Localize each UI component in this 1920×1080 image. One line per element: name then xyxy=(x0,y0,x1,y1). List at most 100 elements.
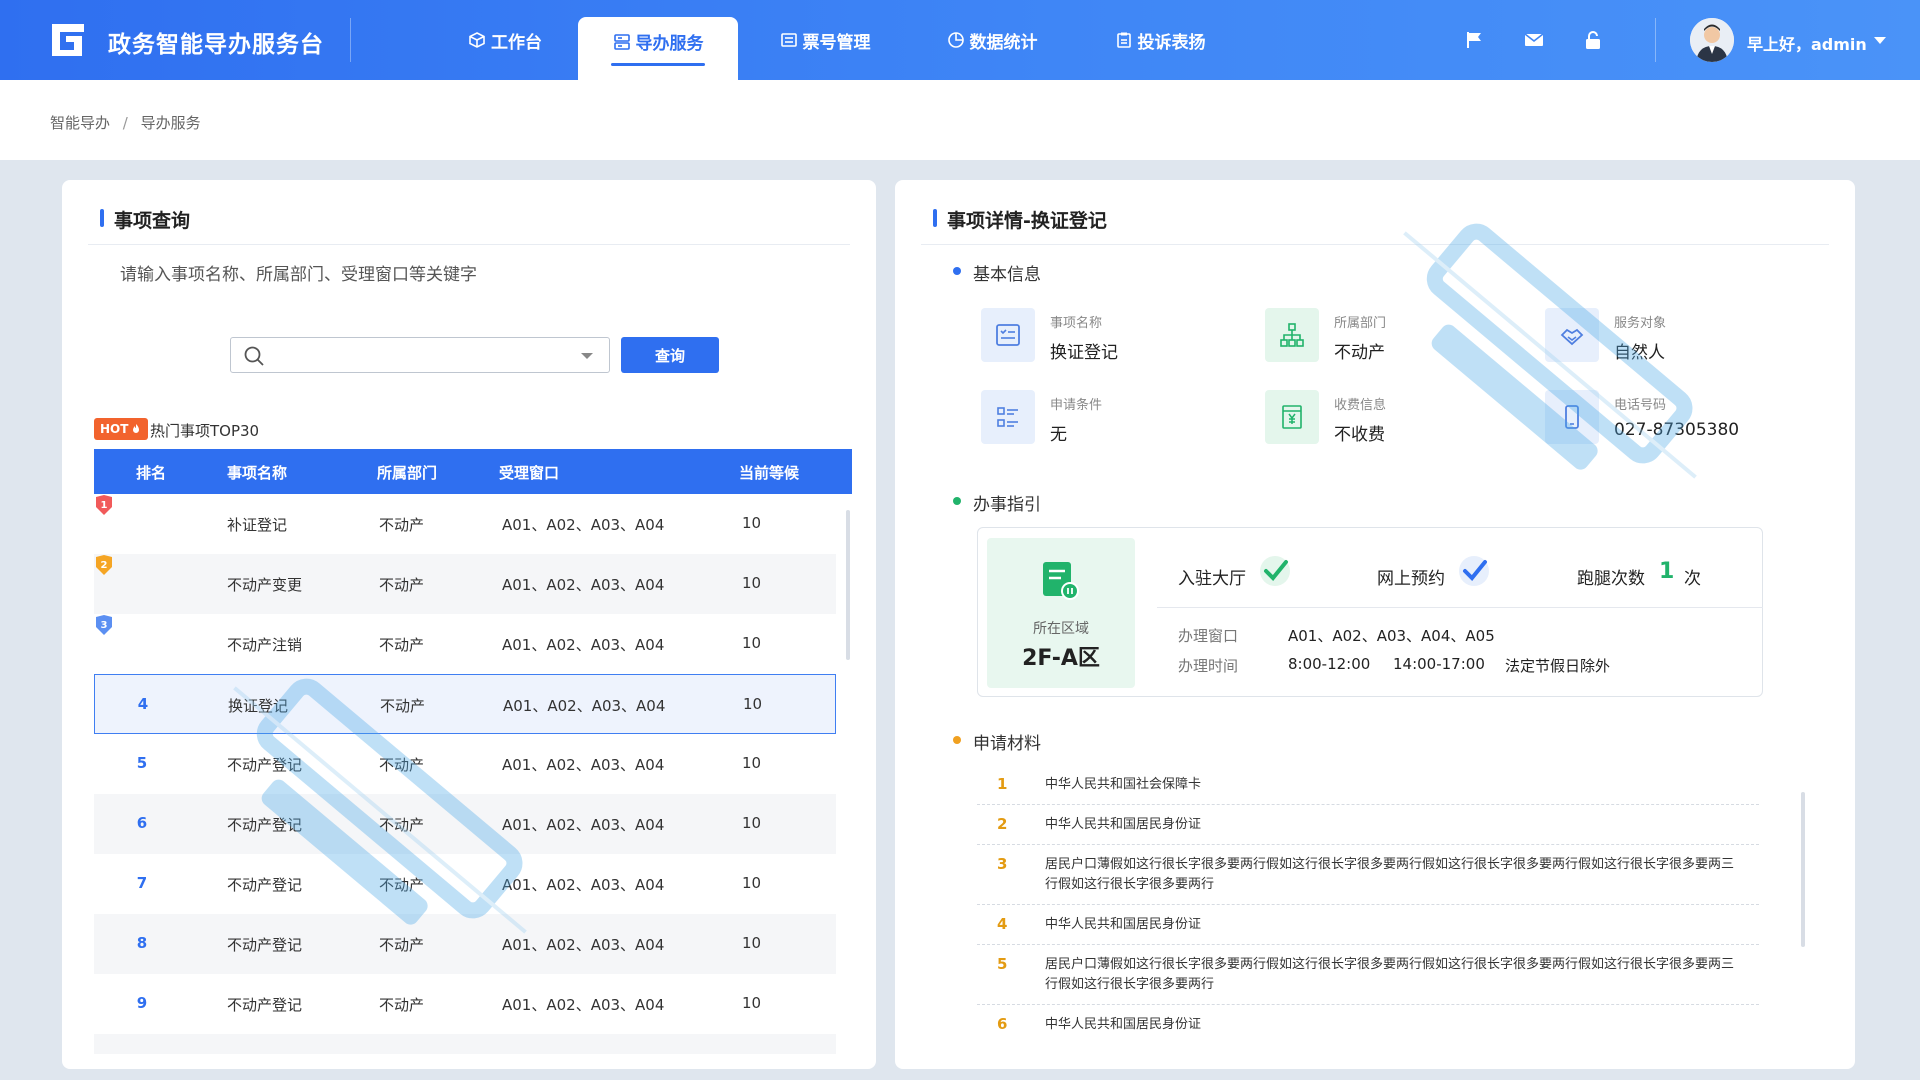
detail-panel-title: 事项详情-换证登记 xyxy=(933,206,1107,233)
search-input[interactable] xyxy=(275,342,555,368)
col-waiting: 当前等候 xyxy=(739,464,800,482)
user-menu-caret-icon[interactable] xyxy=(1874,37,1886,44)
header-divider xyxy=(350,18,351,62)
mail-icon[interactable] xyxy=(1523,29,1545,51)
table-row[interactable]: 7 不动产登记 不动产 A01、A02、A03、A04 10 xyxy=(94,854,836,914)
fee-value: 不收费 xyxy=(1334,425,1385,445)
item-window: A01、A02、A03、A04 xyxy=(503,697,666,715)
check-blue-icon xyxy=(1459,556,1489,586)
breadcrumb: 智能导办 / 导办服务 xyxy=(50,112,201,133)
item-dept: 不动产 xyxy=(379,936,425,954)
divider xyxy=(921,244,1829,245)
target-label: 服务对象 xyxy=(1614,316,1667,331)
nav-statistics-label: 数据统计 xyxy=(969,32,1038,53)
nav-workbench[interactable]: 工作台 xyxy=(445,0,565,80)
chevron-down-icon[interactable] xyxy=(581,353,593,359)
item-waiting: 10 xyxy=(742,814,762,832)
table-row-partial xyxy=(94,1034,836,1054)
user-avatar-icon xyxy=(1690,18,1734,62)
item-dept: 不动产 xyxy=(379,576,425,594)
table-row[interactable]: 3 不动产注销 不动产 A01、A02、A03、A04 10 xyxy=(94,614,836,674)
dept-label: 所属部门 xyxy=(1334,316,1387,331)
item-window: A01、A02、A03、A04 xyxy=(502,936,665,954)
item-name-label: 事项名称 xyxy=(1050,316,1103,331)
item-waiting: 10 xyxy=(742,634,762,652)
section-materials: 申请材料 xyxy=(953,729,1041,754)
header-divider-right xyxy=(1655,18,1656,62)
item-dept: 不动产 xyxy=(379,996,425,1014)
col-rank: 排名 xyxy=(136,464,167,482)
fee-label: 收费信息 xyxy=(1334,398,1387,413)
phone-value: 027-87305380 xyxy=(1614,420,1740,440)
item-name: 不动产登记 xyxy=(227,996,303,1014)
material-num: 5 xyxy=(997,955,1008,973)
phone-icon xyxy=(1545,390,1599,444)
item-dept: 不动产 xyxy=(380,697,426,715)
avatar[interactable] xyxy=(1690,18,1734,62)
divider xyxy=(1157,607,1763,608)
table-row-selected[interactable]: 4 换证登记 不动产 A01、A02、A03、A04 10 xyxy=(94,674,836,734)
col-department: 所属部门 xyxy=(377,464,438,482)
table-row[interactable]: 9 不动产登记 不动产 A01、A02、A03、A04 10 xyxy=(94,974,836,1034)
item-name: 不动产登记 xyxy=(227,936,303,954)
material-num: 2 xyxy=(997,815,1008,833)
clipboard-icon xyxy=(1116,32,1131,48)
material-item: 6 中华人民共和国居民身份证 xyxy=(977,1015,1759,1045)
item-name: 不动产变更 xyxy=(227,576,303,594)
yuan-receipt-icon xyxy=(1265,390,1319,444)
svg-text:2: 2 xyxy=(101,560,108,571)
svg-text:3: 3 xyxy=(101,620,108,631)
document-location-icon xyxy=(1043,562,1079,600)
item-rank: 6 xyxy=(136,814,148,832)
item-name-value: 换证登记 xyxy=(1050,343,1118,363)
dept-value: 不动产 xyxy=(1334,343,1385,363)
nav-complaint-praise[interactable]: 投诉表扬 xyxy=(1100,0,1220,80)
item-waiting: 10 xyxy=(742,754,762,772)
area-value: 2F-A区 xyxy=(1022,646,1100,671)
svg-text:1: 1 xyxy=(101,500,108,511)
phone-label: 电话号码 xyxy=(1614,398,1667,413)
item-rank: 5 xyxy=(136,754,148,772)
item-dept: 不动产 xyxy=(379,876,425,894)
breadcrumb-root[interactable]: 智能导办 xyxy=(50,114,110,132)
item-waiting: 10 xyxy=(742,574,762,592)
lock-icon[interactable] xyxy=(1582,29,1604,51)
target-value: 自然人 xyxy=(1614,343,1665,363)
item-window: A01、A02、A03、A04 xyxy=(502,756,665,774)
material-num: 4 xyxy=(997,915,1008,933)
time-note: 法定节假日除外 xyxy=(1505,657,1611,675)
runs-value: 1 xyxy=(1659,559,1675,584)
runs-label: 跑腿次数 xyxy=(1577,569,1645,589)
col-item-name: 事项名称 xyxy=(227,464,288,482)
item-rank: 4 xyxy=(137,695,149,713)
user-greeting[interactable]: 早上好，admin xyxy=(1747,31,1867,55)
section-guide: 办事指引 xyxy=(953,490,1041,515)
time-pm: 14:00-17:00 xyxy=(1393,655,1485,673)
flag-icon[interactable] xyxy=(1464,29,1486,51)
handshake-icon xyxy=(1545,308,1599,362)
table-row[interactable]: 6 不动产登记 不动产 A01、A02、A03、A04 10 xyxy=(94,794,836,854)
table-row[interactable]: 1 补证登记 不动产 A01、A02、A03、A04 10 xyxy=(94,494,836,554)
item-rank: 8 xyxy=(136,934,148,952)
table-row[interactable]: 5 不动产登记 不动产 A01、A02、A03、A04 10 xyxy=(94,734,836,794)
nav-ticket-management[interactable]: 票号管理 xyxy=(765,0,885,80)
item-name: 不动产登记 xyxy=(227,756,303,774)
item-window: A01、A02、A03、A04 xyxy=(502,576,665,594)
ticket-icon xyxy=(780,33,797,47)
item-dept: 不动产 xyxy=(379,636,425,654)
nav-statistics[interactable]: 数据统计 xyxy=(932,0,1052,80)
materials-scrollbar[interactable] xyxy=(1801,792,1805,947)
search-button[interactable]: 查询 xyxy=(621,337,719,373)
search-combobox[interactable] xyxy=(230,337,610,373)
table-row[interactable]: 8 不动产登记 不动产 A01、A02、A03、A04 10 xyxy=(94,914,836,974)
item-window: A01、A02、A03、A04 xyxy=(502,876,665,894)
table-scrollbar[interactable] xyxy=(846,510,850,660)
item-rank: 9 xyxy=(136,994,148,1012)
nav-guide-service[interactable]: 导办服务 xyxy=(578,17,738,80)
table-row[interactable]: 2 不动产变更 不动产 A01、A02、A03、A04 10 xyxy=(94,554,836,614)
nav-ticket-management-label: 票号管理 xyxy=(802,32,871,53)
nav-complaint-praise-label: 投诉表扬 xyxy=(1137,32,1206,53)
rank-medal-orange-icon: 2 xyxy=(96,555,112,575)
item-waiting: 10 xyxy=(742,874,762,892)
item-window: A01、A02、A03、A04 xyxy=(502,996,665,1014)
